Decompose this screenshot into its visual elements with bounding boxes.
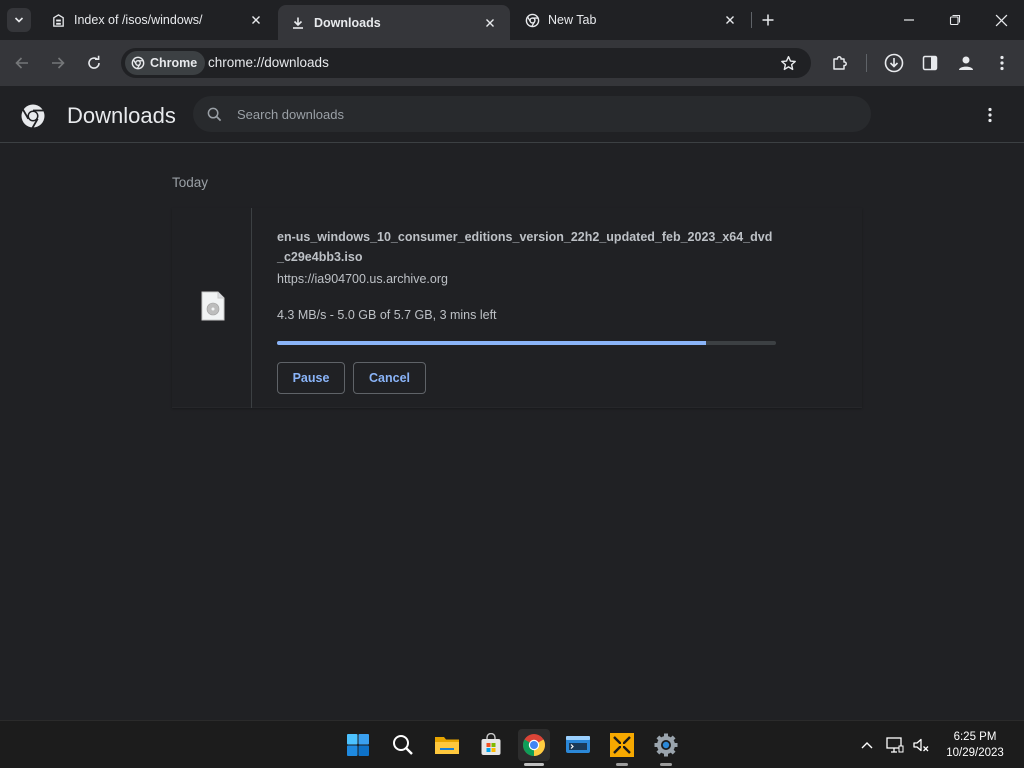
search-icon <box>393 735 413 755</box>
download-source-url[interactable]: https://ia904700.us.archive.org <box>277 272 448 286</box>
close-window-button[interactable] <box>989 8 1013 32</box>
active-indicator <box>524 763 544 766</box>
network-button[interactable] <box>885 735 905 755</box>
extensions-button[interactable] <box>829 52 851 74</box>
show-hidden-icons-button[interactable] <box>857 735 877 755</box>
browser-toolbar: Chrome chrome://downloads <box>0 40 1024 86</box>
close-icon[interactable] <box>248 12 264 28</box>
arrow-right-icon <box>52 57 65 69</box>
minimize-button[interactable] <box>897 8 921 32</box>
tab-downloads[interactable]: Downloads <box>278 5 510 40</box>
chrome-icon <box>523 734 545 756</box>
clock-date: 10/29/2023 <box>946 747 1004 759</box>
downloads-menu-button[interactable] <box>981 105 999 125</box>
chevron-down-icon <box>14 17 24 23</box>
tab-search-button[interactable] <box>7 8 31 32</box>
download-icon <box>290 15 306 31</box>
archive-icon <box>50 12 66 28</box>
person-icon <box>959 56 973 70</box>
terminal-icon <box>566 736 590 753</box>
side-panel-icon <box>922 55 938 71</box>
chrome-logo-icon <box>21 104 45 129</box>
date-heading: Today <box>172 175 209 190</box>
minimize-icon <box>904 19 914 21</box>
toolbar-divider <box>866 54 867 72</box>
close-icon[interactable] <box>722 12 738 28</box>
terminal-button[interactable] <box>562 729 594 761</box>
chip-label: Chrome <box>150 56 198 70</box>
chrome-icon <box>524 12 540 28</box>
download-file-name[interactable]: en-us_windows_10_consumer_editions_versi… <box>277 227 777 267</box>
back-button[interactable] <box>11 52 33 74</box>
more-vert-icon <box>1000 55 1004 71</box>
forward-button[interactable] <box>47 52 69 74</box>
search-bar[interactable] <box>193 96 871 132</box>
vmware-icon <box>610 733 634 757</box>
taskbar-search-button[interactable] <box>387 729 419 761</box>
restore-icon <box>949 14 961 26</box>
microsoft-store-button[interactable] <box>475 729 507 761</box>
chrome-taskbar-button[interactable] <box>518 729 550 766</box>
settings-button[interactable] <box>650 729 682 766</box>
download-progress-fill <box>277 341 707 345</box>
tab-strip: Index of /isos/windows/ Downloads New Ta… <box>0 0 1024 40</box>
tab-index-of-isos[interactable]: Index of /isos/windows/ <box>38 0 276 40</box>
running-indicator <box>660 763 672 766</box>
reload-icon <box>88 55 100 69</box>
clock-time: 6:25 PM <box>953 731 997 743</box>
address-bar[interactable]: Chrome chrome://downloads <box>121 48 811 78</box>
volume-button[interactable] <box>911 735 931 755</box>
plus-icon <box>762 14 774 26</box>
profile-button[interactable] <box>955 52 977 74</box>
tab-new-tab[interactable]: New Tab <box>512 0 750 40</box>
vmware-button[interactable] <box>606 729 638 766</box>
tab-title: Index of /isos/windows/ <box>74 13 203 27</box>
download-progress-bar <box>277 341 776 345</box>
system-clock[interactable]: 6:25 PM 10/29/2023 <box>938 729 1012 761</box>
running-indicator <box>616 763 628 766</box>
downloads-header: Downloads <box>0 86 1024 143</box>
close-icon[interactable] <box>482 15 498 31</box>
network-icon <box>886 737 904 753</box>
chrome-menu-button[interactable] <box>991 52 1013 74</box>
site-info-chip[interactable]: Chrome <box>125 51 206 75</box>
chevron-up-icon <box>861 742 873 749</box>
windows-taskbar: 6:25 PM 10/29/2023 <box>0 720 1024 768</box>
file-explorer-button[interactable] <box>431 729 463 761</box>
volume-muted-icon <box>913 738 929 752</box>
star-icon <box>780 55 796 70</box>
settings-icon <box>654 733 678 757</box>
new-tab-button[interactable] <box>758 10 778 30</box>
start-icon <box>347 734 369 756</box>
store-icon <box>481 733 501 755</box>
pause-button[interactable]: Pause <box>277 362 345 394</box>
downloads-button[interactable] <box>883 52 905 74</box>
side-panel-button[interactable] <box>919 52 941 74</box>
bookmark-button[interactable] <box>779 54 797 72</box>
cancel-button[interactable]: Cancel <box>353 362 426 394</box>
download-circle-icon <box>884 53 904 73</box>
file-icon-column <box>172 208 252 408</box>
page-title: Downloads <box>67 103 176 128</box>
close-icon <box>995 14 1007 26</box>
start-button[interactable] <box>342 729 374 761</box>
more-vert-icon <box>988 107 992 123</box>
reload-button[interactable] <box>83 52 105 74</box>
arrow-left-icon <box>15 57 28 69</box>
file-icon <box>201 291 225 321</box>
search-icon <box>206 106 222 122</box>
chrome-icon <box>131 56 145 70</box>
file-explorer-icon <box>435 737 459 754</box>
download-item: en-us_windows_10_consumer_editions_versi… <box>172 208 862 408</box>
tab-title: Downloads <box>314 15 381 30</box>
search-downloads-input[interactable] <box>237 104 837 124</box>
download-status: 4.3 MB/s - 5.0 GB of 5.7 GB, 3 mins left <box>277 308 497 322</box>
url-text[interactable]: chrome://downloads <box>208 55 329 70</box>
tab-title: New Tab <box>548 13 597 27</box>
puzzle-icon <box>833 56 847 70</box>
tab-separator <box>751 12 752 28</box>
restore-button[interactable] <box>943 8 967 32</box>
